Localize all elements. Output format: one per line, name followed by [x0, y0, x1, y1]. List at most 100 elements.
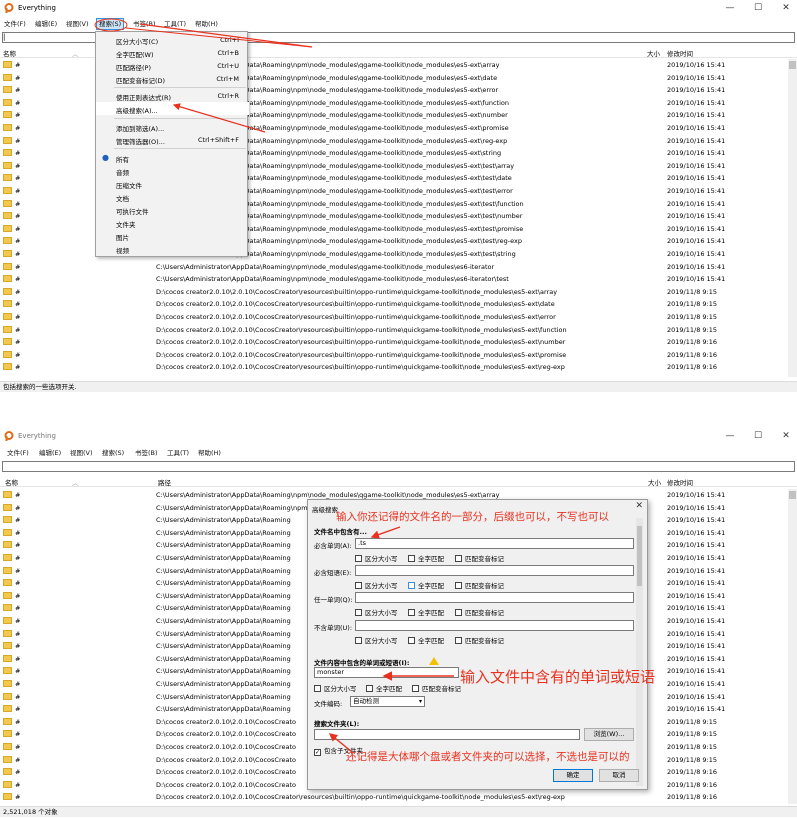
row-date: 2019/10/16 15:41	[667, 124, 726, 132]
minimize-icon[interactable]: —	[717, 2, 743, 14]
menu-view[interactable]: 视图(V)	[64, 19, 91, 29]
whole-word-checkbox-1[interactable]: 全字匹配	[408, 553, 444, 563]
must-contain-phrase-input[interactable]	[355, 565, 634, 576]
case-checkbox-1[interactable]: 区分大小写	[355, 553, 398, 563]
must-contain-words-input[interactable]: .ts	[355, 538, 634, 549]
encoding-select[interactable]: 自动检测 ▾	[350, 696, 425, 707]
whole-word-checkbox-4[interactable]: 全字匹配	[408, 635, 444, 645]
case-checkbox-4[interactable]: 区分大小写	[355, 635, 398, 645]
filter-item-everything[interactable]: ● 所有	[96, 151, 249, 164]
menu-bookmarks[interactable]: 书签(B)	[133, 448, 160, 458]
close-icon[interactable]: ✕	[635, 501, 643, 511]
menu-tools[interactable]: 工具(T)	[165, 448, 191, 458]
dialog-scrollbar[interactable]	[636, 518, 643, 786]
column-modified[interactable]: 修改时间	[667, 48, 693, 58]
minimize-icon[interactable]: —	[717, 430, 743, 442]
vertical-scrollbar[interactable]	[788, 59, 797, 377]
menu-item-advanced-search[interactable]: 高级搜索(A)...	[96, 102, 249, 115]
search-input[interactable]	[2, 461, 795, 472]
table-row[interactable]: # D:\cocos creator2.0.10\2.0.10\CocosCrea…	[0, 311, 788, 324]
menu-item-whole-word[interactable]: 全字匹配(W) Ctrl+B	[96, 46, 249, 59]
filter-item-video[interactable]: 视频	[96, 242, 249, 255]
menu-help[interactable]: 帮助(H)	[193, 19, 220, 29]
diacritics-checkbox-1[interactable]: 匹配变音标记	[455, 553, 504, 563]
folder-icon	[3, 667, 12, 675]
row-date: 2019/10/16 15:41	[667, 541, 726, 550]
table-row[interactable]: # D:\cocos creator2.0.10\2.0.10\CocosCrea…	[0, 324, 788, 337]
filter-item-audio[interactable]: 音频	[96, 164, 249, 177]
row-name: #	[15, 554, 21, 562]
ok-button[interactable]: 确定	[553, 769, 593, 782]
content-case-checkbox[interactable]: 区分大小写	[314, 683, 357, 693]
content-diacritics-checkbox[interactable]: 匹配变音标记	[412, 683, 461, 693]
diacritics-checkbox-3[interactable]: 匹配变音标记	[455, 607, 504, 617]
menu-view[interactable]: 视图(V)	[68, 448, 95, 458]
menu-edit[interactable]: 编辑(E)	[37, 448, 63, 458]
menu-search[interactable]: 搜索(S)	[95, 18, 125, 30]
table-row[interactable]: # D:\cocos creator2.0.10\2.0.10\CocosCrea…	[0, 791, 788, 804]
row-path: C:\Users\Administrator\AppData\Roaming\n…	[156, 262, 495, 271]
maximize-icon[interactable]: ☐	[745, 430, 771, 442]
close-icon[interactable]: ✕	[773, 430, 797, 442]
row-name: #	[15, 262, 21, 271]
menu-file[interactable]: 文件(F)	[5, 448, 31, 458]
column-name[interactable]: 名称	[5, 477, 18, 487]
content-whole-word-checkbox[interactable]: 全字匹配	[366, 683, 402, 693]
menu-help[interactable]: 帮助(H)	[196, 448, 223, 458]
row-path: C:\Users\Administrator\AppData\Roaming	[156, 617, 291, 625]
filter-item-executable[interactable]: 可执行文件	[96, 203, 249, 216]
row-name: #	[15, 313, 21, 321]
menu-item-regex[interactable]: 使用正则表达式(R) Ctrl+R	[96, 89, 249, 102]
table-row[interactable]: # D:\cocos creator2.0.10\2.0.10\CocosCrea…	[0, 349, 788, 362]
filter-item-folder[interactable]: 文件夹	[96, 216, 249, 229]
table-row[interactable]: # D:\cocos creator2.0.10\2.0.10\CocosCrea…	[0, 336, 788, 349]
column-size[interactable]: 大小	[648, 477, 661, 487]
none-words-input[interactable]	[355, 620, 634, 631]
row-name: #	[15, 224, 21, 233]
table-row[interactable]: # D:\cocos creator2.0.10\2.0.10\CocosCrea…	[0, 361, 788, 374]
menu-file[interactable]: 文件(F)	[2, 19, 28, 29]
diacritics-checkbox-2[interactable]: 匹配变音标记	[455, 580, 504, 590]
menu-item-match-case[interactable]: 区分大小写(C) Ctrl+I	[96, 33, 249, 46]
content-input[interactable]: monster	[314, 667, 459, 678]
content-section-label: 文件内容中包含的单词或短语(I):	[314, 659, 410, 667]
filter-item-picture[interactable]: 图片	[96, 229, 249, 242]
table-row[interactable]: # C:\Users\Administrator\AppData\Roaming\…	[0, 273, 788, 286]
table-row[interactable]: # D:\cocos creator2.0.10\2.0.10\CocosCrea…	[0, 298, 788, 311]
cancel-button[interactable]: 取消	[599, 769, 639, 782]
any-word-input[interactable]	[355, 592, 634, 603]
diacritics-checkbox-4[interactable]: 匹配变音标记	[455, 635, 504, 645]
row-path: D:\cocos creator2.0.10\2.0.10\CocosCreat…	[156, 768, 296, 777]
menu-tools[interactable]: 工具(T)	[162, 19, 188, 29]
folder-icon	[3, 187, 12, 194]
menu-bookmarks[interactable]: 书签(B)	[131, 19, 158, 29]
vertical-scrollbar[interactable]	[788, 489, 797, 804]
case-checkbox-3[interactable]: 区分大小写	[355, 607, 398, 617]
row-path: C:\Users\Administrator\AppData\Roaming	[156, 528, 291, 537]
menu-item-match-path[interactable]: 匹配路径(P) Ctrl+U	[96, 59, 249, 72]
table-row[interactable]: # C:\Users\Administrator\AppData\Roaming\…	[0, 261, 788, 274]
case-checkbox-2[interactable]: 区分大小写	[355, 580, 398, 590]
menu-item-add-to-filters[interactable]: 添加到筛选(A)...	[96, 120, 249, 133]
folder-input[interactable]	[314, 729, 580, 740]
whole-word-checkbox-2[interactable]: 全字匹配	[408, 580, 444, 590]
menu-edit[interactable]: 编辑(E)	[33, 19, 59, 29]
row-name: #	[15, 528, 21, 537]
close-icon[interactable]: ✕	[773, 2, 797, 14]
column-path[interactable]: 路径	[158, 477, 171, 487]
row-date: 2019/11/8 9:16	[667, 768, 717, 777]
menu-item-match-diacritics[interactable]: 匹配变音标记(D) Ctrl+M	[96, 72, 249, 85]
whole-word-checkbox-3[interactable]: 全字匹配	[408, 607, 444, 617]
column-size[interactable]: 大小	[647, 48, 660, 58]
menu-item-organize-filters[interactable]: 管理筛选器(O)... Ctrl+Shift+F	[96, 133, 249, 146]
row-path: C:\Users\Administrator\AppData\Roaming	[156, 642, 291, 651]
table-row[interactable]: # D:\cocos creator2.0.10\2.0.10\CocosCrea…	[0, 286, 788, 299]
column-modified[interactable]: 修改时间	[667, 477, 693, 487]
column-name[interactable]: 名称	[3, 48, 16, 58]
filter-item-document[interactable]: 文档	[96, 190, 249, 203]
advanced-search-dialog: 高级搜索 ✕ 文件名中包含有... 必含单词(A): .ts 区分大小写 全字匹…	[307, 499, 648, 790]
menu-search[interactable]: 搜索(S)	[100, 448, 126, 458]
browse-button[interactable]: 浏览(W)...	[584, 728, 634, 741]
maximize-icon[interactable]: ☐	[745, 2, 771, 14]
filter-item-compressed[interactable]: 压缩文件	[96, 177, 249, 190]
